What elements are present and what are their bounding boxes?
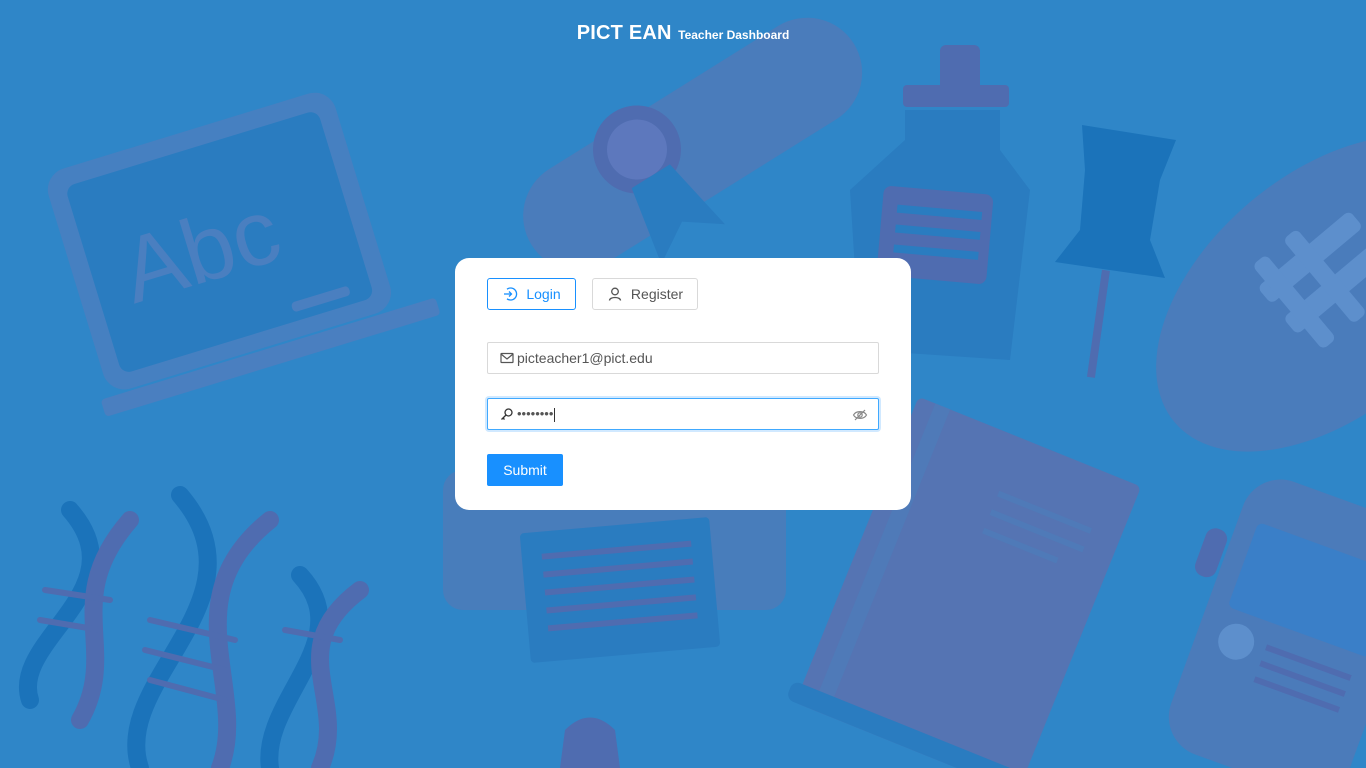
tab-register[interactable]: Register xyxy=(592,278,698,310)
tab-login-label: Login xyxy=(526,286,561,302)
login-card: Login Register picteacher1@pict.edu ••••… xyxy=(455,258,911,510)
login-icon xyxy=(504,287,518,301)
chalkboard-illustration: Abc xyxy=(47,92,440,416)
email-value: picteacher1@pict.edu xyxy=(517,350,653,366)
text-caret xyxy=(554,407,556,422)
badge-illustration xyxy=(560,717,620,768)
phone-illustration xyxy=(1168,479,1366,768)
pushpin-illustration xyxy=(1055,125,1176,378)
dashboard-subtitle: Teacher Dashboard xyxy=(678,28,790,42)
brand-title: PICT EAN xyxy=(576,22,672,44)
key-icon xyxy=(499,406,515,422)
tab-register-label: Register xyxy=(630,286,684,302)
eye-invisible-icon[interactable] xyxy=(852,407,868,426)
submit-button[interactable]: Submit xyxy=(487,454,563,486)
tab-login[interactable]: Login xyxy=(487,278,576,310)
user-icon xyxy=(608,287,622,301)
email-field[interactable]: picteacher1@pict.edu xyxy=(487,342,879,374)
password-value: •••••••• xyxy=(517,406,554,422)
password-field[interactable]: •••••••• xyxy=(487,398,879,430)
dna-illustration xyxy=(19,486,369,768)
page-header: PICT EAN Teacher Dashboard xyxy=(0,22,1366,45)
mail-icon xyxy=(499,350,515,366)
